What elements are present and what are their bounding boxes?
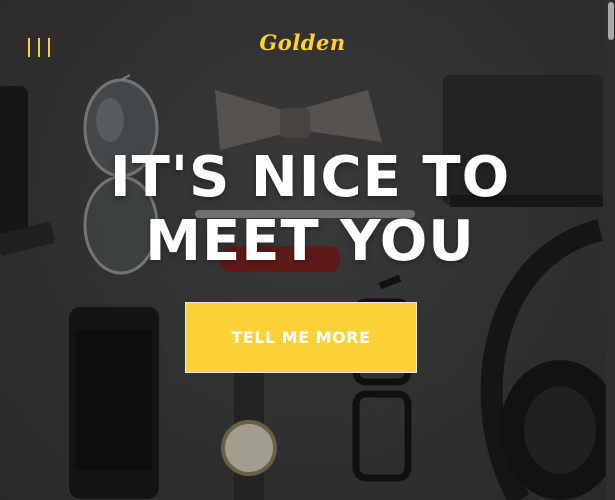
menu-bar [48, 38, 50, 57]
tell-me-more-button[interactable]: TELL ME MORE [185, 302, 417, 373]
hamburger-menu-icon[interactable] [28, 38, 56, 60]
hero-heading-line-1: IT'S NICE TO [109, 145, 511, 210]
hero-heading: IT'S NICE TO MEET YOU [60, 146, 560, 274]
brand-logo-link[interactable]: Golden [240, 30, 365, 55]
page: Golden IT'S NICE TO MEET YOU TELL ME MOR… [0, 0, 615, 500]
scrollbar-thumb[interactable] [608, 2, 614, 40]
menu-bar [38, 38, 40, 57]
hero-heading-line-2: MEET YOU [145, 209, 475, 274]
menu-bar [28, 38, 30, 57]
scrollbar[interactable] [606, 0, 615, 500]
